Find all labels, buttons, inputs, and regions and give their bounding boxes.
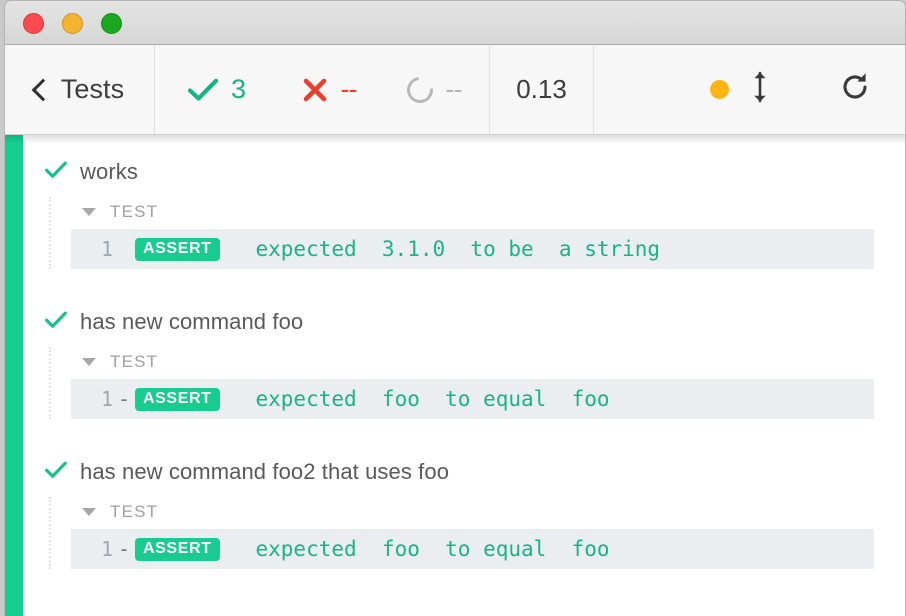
test-title: has new command foo2 that uses foo [80, 459, 450, 484]
indent-guide [49, 497, 52, 569]
command-number: 1 [100, 387, 113, 411]
test-title-row[interactable]: has new command foo2 that uses foo [23, 449, 905, 495]
command-number: 1 [100, 537, 113, 561]
back-to-tests-button[interactable]: Tests [5, 45, 155, 134]
cross-icon [302, 77, 328, 103]
minimize-button[interactable] [62, 13, 83, 34]
runner-body: works TEST 1 ASSERT expected 3.1.0 to be… [4, 135, 906, 616]
check-icon [45, 461, 67, 484]
zoom-button[interactable] [101, 13, 122, 34]
indent-guide [49, 197, 52, 269]
command-group-header[interactable]: TEST [49, 495, 905, 529]
test-title-row[interactable]: works [23, 149, 905, 195]
list-top-spacer [23, 135, 905, 149]
indent-guide [49, 347, 52, 419]
check-icon [45, 311, 67, 334]
command-group-label: TEST [110, 502, 159, 521]
command-dash: - [117, 387, 131, 411]
test-commands: TEST 1 - ASSERT expected foo to equal fo… [23, 495, 905, 569]
runner-header: Tests 3 -- -- 0.13 [4, 44, 906, 135]
test-spacer [23, 269, 905, 299]
test-title: has new command foo [80, 309, 304, 334]
duration-value: 0.13 [516, 74, 567, 104]
close-button[interactable] [23, 13, 44, 34]
assert-badge: ASSERT [135, 237, 220, 261]
assert-badge: ASSERT [135, 387, 220, 411]
check-icon [187, 78, 218, 102]
passed-stat[interactable]: 3 [155, 45, 279, 134]
test-commands: TEST 1 - ASSERT expected foo to equal fo… [23, 345, 905, 419]
test-item[interactable]: has new command foo2 that uses foo TEST … [23, 449, 905, 569]
command-number: 1 [100, 237, 113, 261]
assert-badge: ASSERT [135, 537, 220, 561]
command-dash: - [117, 537, 131, 561]
command-group-header[interactable]: TEST [49, 195, 905, 229]
caret-down-icon[interactable] [82, 208, 96, 216]
test-commands: TEST 1 ASSERT expected 3.1.0 to be a str… [23, 195, 905, 269]
command-group-header[interactable]: TEST [49, 345, 905, 379]
assert-message: expected 3.1.0 to be a string [255, 237, 661, 261]
reload-icon[interactable] [839, 71, 871, 108]
back-label: Tests [60, 74, 125, 104]
passed-count: 3 [230, 74, 247, 104]
test-item[interactable]: has new command foo TEST 1 - ASSERT expe… [23, 299, 905, 419]
chevron-left-icon [31, 78, 55, 101]
pending-count: -- [445, 74, 463, 104]
test-title-row[interactable]: has new command foo [23, 299, 905, 345]
caret-down-icon[interactable] [82, 358, 96, 366]
caret-down-icon[interactable] [82, 508, 96, 516]
test-item[interactable]: works TEST 1 ASSERT expected 3.1.0 to be… [23, 149, 905, 269]
test-title: works [80, 159, 138, 184]
circle-ring-icon [401, 71, 438, 108]
test-list[interactable]: works TEST 1 ASSERT expected 3.1.0 to be… [23, 135, 905, 616]
assert-message: expected foo to equal foo [255, 387, 610, 411]
command-row[interactable]: 1 - ASSERT expected foo to equal foo [71, 529, 874, 569]
command-group-label: TEST [110, 352, 159, 371]
test-spacer [23, 419, 905, 449]
suite-status-bar [5, 135, 23, 616]
app-window: Tests 3 -- -- 0.13 works TEST 1 ASSERT e… [0, 0, 906, 616]
runner-controls [594, 45, 905, 134]
window-titlebar [4, 0, 906, 44]
duration-display: 0.13 [490, 45, 594, 134]
command-group-label: TEST [110, 202, 159, 221]
check-icon [45, 161, 67, 184]
pending-stat[interactable]: -- [379, 45, 490, 134]
assert-message: expected foo to equal foo [255, 537, 610, 561]
failed-stat[interactable]: -- [279, 45, 379, 134]
command-row[interactable]: 1 - ASSERT expected foo to equal foo [71, 379, 874, 419]
command-row[interactable]: 1 ASSERT expected 3.1.0 to be a string [71, 229, 874, 269]
failed-count: -- [340, 74, 358, 104]
orange-dot-icon[interactable] [710, 80, 729, 99]
up-down-arrow-icon[interactable] [751, 70, 769, 109]
